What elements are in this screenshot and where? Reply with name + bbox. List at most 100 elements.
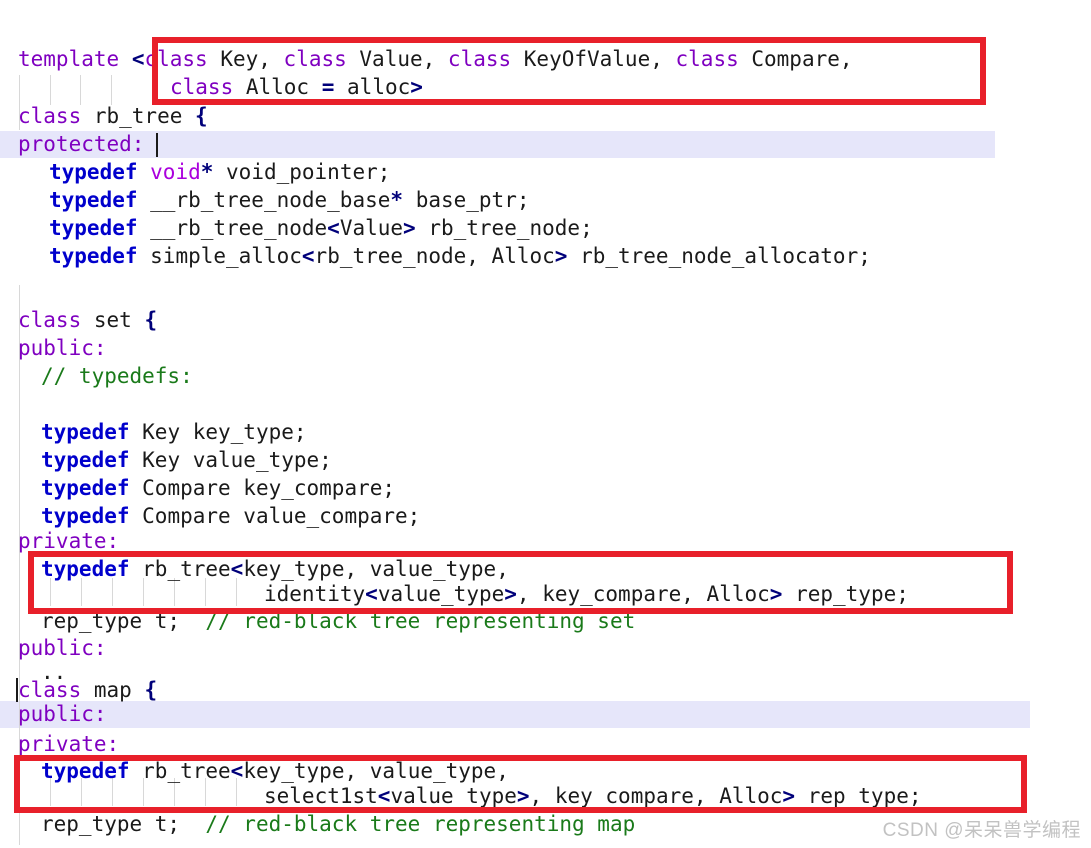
angle-open-operator: <: [230, 557, 244, 581]
identifier-key-type: Key key_type;: [129, 420, 307, 444]
code-line[interactable]: typedef Key key_type;: [0, 419, 1091, 446]
text-cursor: [156, 133, 158, 157]
keyword-typedef: typedef: [49, 216, 138, 240]
template-args: , key_compare, Alloc: [516, 582, 770, 606]
code-line[interactable]: class rb_tree {: [0, 103, 1091, 130]
angle-open-operator: <: [327, 216, 340, 240]
code-line[interactable]: public:: [0, 335, 1091, 362]
code-line[interactable]: typedef rb_tree<key_type, value_type,: [0, 556, 1091, 583]
identifier-value-compare: Compare value_compare;: [129, 504, 421, 528]
code-line[interactable]: typedef __rb_tree_node_base* base_ptr;: [0, 187, 1091, 214]
identifier-rb-tree: rb_tree: [81, 104, 196, 128]
access-specifier-public: public:: [18, 636, 107, 660]
code-line[interactable]: private:: [0, 528, 1091, 555]
keyword-class: class: [18, 308, 82, 332]
template-args: rb_tree_node, Alloc: [314, 244, 555, 268]
code-line[interactable]: class Alloc = alloc>: [0, 74, 1091, 101]
angle-close-operator: >: [554, 244, 568, 268]
access-specifier-private: private:: [18, 529, 120, 553]
keyword-typedef: typedef: [41, 476, 130, 500]
identifier-key: Key,: [207, 47, 284, 71]
angle-open-operator: <: [230, 759, 244, 783]
keyword-typedef: typedef: [41, 448, 130, 472]
keyword-template: template: [18, 47, 120, 71]
code-line[interactable]: public:: [0, 701, 1091, 728]
keyword-class: class: [170, 75, 234, 99]
keyword-typedef: typedef: [41, 420, 130, 444]
code-line[interactable]: class set {: [0, 307, 1091, 334]
keyword-class: class: [283, 47, 347, 71]
code-line[interactable]: typedef Compare key_compare;: [0, 475, 1091, 502]
code-line[interactable]: private:: [0, 731, 1091, 758]
identifier-value-type: value_type: [390, 784, 517, 808]
angle-close-operator: >: [504, 582, 517, 606]
keyword-typedef: typedef: [41, 504, 130, 528]
identifier-value-type: value_type: [377, 582, 505, 606]
keyword-typedef: typedef: [41, 759, 130, 783]
angle-close-operator: >: [403, 216, 416, 240]
code-line[interactable]: typedef rb_tree<key_type, value_type,: [0, 758, 1091, 785]
identifier-rb-tree-node-base: __rb_tree_node_base: [137, 188, 391, 212]
angle-close-operator: >: [782, 784, 796, 808]
keyword-class: class: [447, 47, 512, 71]
identifier-select1st: select1st: [264, 784, 378, 808]
template-args: key_type, value_type,: [243, 557, 509, 581]
identifier-rb-tree: rb_tree: [129, 557, 231, 581]
angle-close-operator: >: [769, 582, 783, 606]
code-line[interactable]: protected:: [0, 131, 1091, 158]
code-line[interactable]: // typedefs:: [0, 363, 1091, 390]
keyword-class: class: [144, 47, 208, 71]
code-line[interactable]: identity<value_type>, key_compare, Alloc…: [0, 581, 1091, 608]
csdn-watermark: CSDN @呆呆兽学编程: [882, 820, 1081, 841]
comment-typedefs: // typedefs:: [41, 364, 193, 388]
comment-red-black-tree-map: // red-black tree representing map: [205, 812, 636, 836]
code-line[interactable]: typedef __rb_tree_node<Value> rb_tree_no…: [0, 215, 1091, 242]
identifier-alloc-default: alloc: [334, 75, 411, 99]
keyword-typedef: typedef: [49, 188, 138, 212]
keyword-typedef: typedef: [41, 557, 130, 581]
code-editor-canvas[interactable]: template <class Key, class Value, class …: [0, 0, 1091, 848]
keyword-typedef: typedef: [49, 160, 138, 184]
identifier-rep-type: rep_type;: [782, 582, 909, 606]
identifier-value-type: Key value_type;: [129, 448, 332, 472]
angle-open-operator: <: [365, 582, 378, 606]
identifier-key-compare: Compare key_compare;: [129, 476, 396, 500]
identifier-simple-alloc: simple_alloc: [137, 244, 302, 268]
code-line[interactable]: class map {: [0, 677, 1091, 704]
angle-open-operator: <: [301, 244, 315, 268]
builtin-type-void: void: [137, 160, 201, 184]
keyword-class: class: [675, 47, 739, 71]
identifier-identity: identity: [264, 582, 366, 606]
code-line[interactable]: template <class Key, class Value, class …: [0, 46, 1091, 73]
pointer-operator: *: [390, 188, 404, 212]
identifier-value: Value,: [346, 47, 448, 71]
identifier-base-ptr: base_ptr;: [403, 188, 530, 212]
code-line[interactable]: public:: [0, 635, 1091, 662]
identifier-void-pointer: void_pointer;: [213, 160, 391, 184]
comment-red-black-tree-set: // red-black tree representing set: [205, 609, 636, 633]
identifier-set: set: [81, 308, 145, 332]
identifier-rb-tree-node: __rb_tree_node: [137, 216, 328, 240]
angle-close-operator: >: [410, 75, 423, 99]
access-specifier-public: public:: [18, 702, 107, 726]
angle-open-operator: <: [131, 47, 145, 71]
code-line[interactable]: typedef simple_alloc<rb_tree_node, Alloc…: [0, 243, 1091, 270]
assign-operator: =: [321, 75, 335, 99]
code-line[interactable]: typedef Compare value_compare;: [0, 503, 1091, 530]
template-args: , key_compare, Alloc: [529, 784, 783, 808]
code-line[interactable]: rep_type t; // red-black tree representi…: [0, 608, 1091, 635]
code-line[interactable]: typedef void* void_pointer;: [0, 159, 1091, 186]
identifier-map: map: [81, 678, 145, 702]
angle-open-operator: <: [377, 784, 391, 808]
keyword-typedef: typedef: [49, 244, 138, 268]
access-specifier-private: private:: [18, 732, 120, 756]
code-line[interactable]: select1st<value_type >, key_compare, Allo…: [0, 783, 1091, 810]
brace-open-operator: {: [144, 678, 158, 702]
pointer-operator: *: [200, 160, 214, 184]
identifier-rep-type: rep_type;: [795, 784, 922, 808]
template-args: key_type, value_type,: [243, 759, 509, 783]
code-line[interactable]: typedef Key value_type;: [0, 447, 1091, 474]
identifier-node-allocator: rb_tree_node_allocator;: [567, 244, 871, 268]
identifier-rb-tree-node-alias: rb_tree_node;: [415, 216, 593, 240]
